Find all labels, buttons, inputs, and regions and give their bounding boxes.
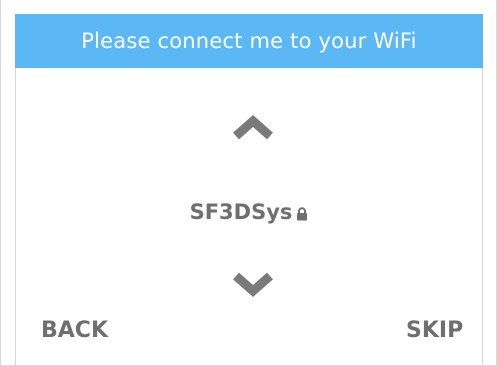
network-selector: SF3DSys	[15, 196, 483, 228]
chevron-up-icon	[233, 114, 273, 140]
chevron-down-icon	[233, 272, 273, 298]
wifi-setup-screen: Please connect me to your WiFi SF3DSys B…	[0, 0, 497, 366]
previous-network-button[interactable]	[229, 113, 277, 143]
page-title: Please connect me to your WiFi	[81, 29, 417, 53]
next-network-button[interactable]	[229, 269, 277, 299]
back-button[interactable]: BACK	[41, 318, 108, 343]
lock-icon	[296, 206, 308, 221]
header-bar: Please connect me to your WiFi	[15, 14, 483, 68]
skip-button[interactable]: SKIP	[406, 318, 463, 343]
network-name: SF3DSys	[189, 200, 293, 224]
